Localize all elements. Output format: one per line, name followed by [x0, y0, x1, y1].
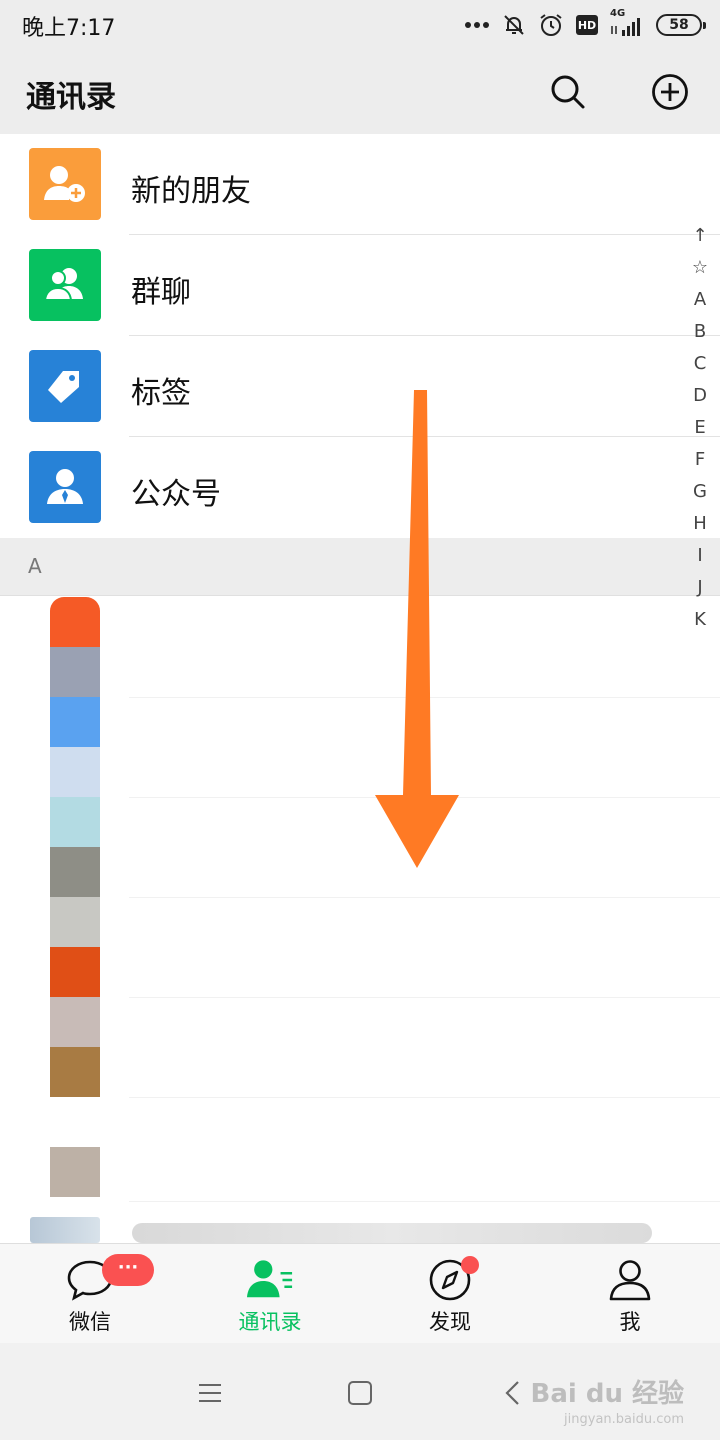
scroll-down-arrow-icon: [375, 390, 459, 868]
arrow-shape: [375, 390, 459, 868]
tab-discover-label: 发现: [429, 1310, 471, 1334]
tab-discover[interactable]: 发现: [360, 1244, 540, 1344]
wechat-contacts-screen: 晚上7:17 HD 4G 58 通讯录 新的朋友 群聊 标签 公众号 A ↑ ☆…: [0, 0, 720, 1440]
discover-dot-badge: [461, 1256, 479, 1274]
tab-contacts[interactable]: 通讯录: [180, 1244, 360, 1344]
watermark-main: Bai du 经验: [530, 1379, 685, 1409]
tab-contacts-label: 通讯录: [238, 1310, 302, 1334]
baidu-watermark: Bai du 经验 jingyan.baidu.com: [531, 1373, 685, 1427]
menu-button[interactable]: [188, 1371, 232, 1415]
back-button[interactable]: [490, 1371, 534, 1415]
tab-contacts-icon-wrap: [246, 1256, 294, 1304]
tab-me-icon-wrap: [606, 1256, 654, 1304]
watermark-sub: jingyan.baidu.com: [564, 1412, 684, 1427]
tab-me-label: 我: [619, 1310, 641, 1334]
menu-lines-icon: [199, 1384, 221, 1402]
unread-badge: ···: [102, 1254, 154, 1286]
person-icon: [609, 1260, 651, 1301]
contacts-icon: [246, 1260, 293, 1298]
home-square-icon: [348, 1381, 372, 1405]
tab-chats-label: 微信: [69, 1310, 111, 1334]
system-navigation-bar: Bai du 经验 jingyan.baidu.com: [0, 1343, 720, 1440]
bottom-tab-bar: 微信 ··· 通讯录 发现 我: [0, 1243, 720, 1343]
home-button[interactable]: [338, 1371, 382, 1415]
tab-me[interactable]: 我: [540, 1244, 720, 1344]
back-chevron-icon: [505, 1381, 519, 1405]
tab-chats[interactable]: 微信: [0, 1244, 180, 1344]
